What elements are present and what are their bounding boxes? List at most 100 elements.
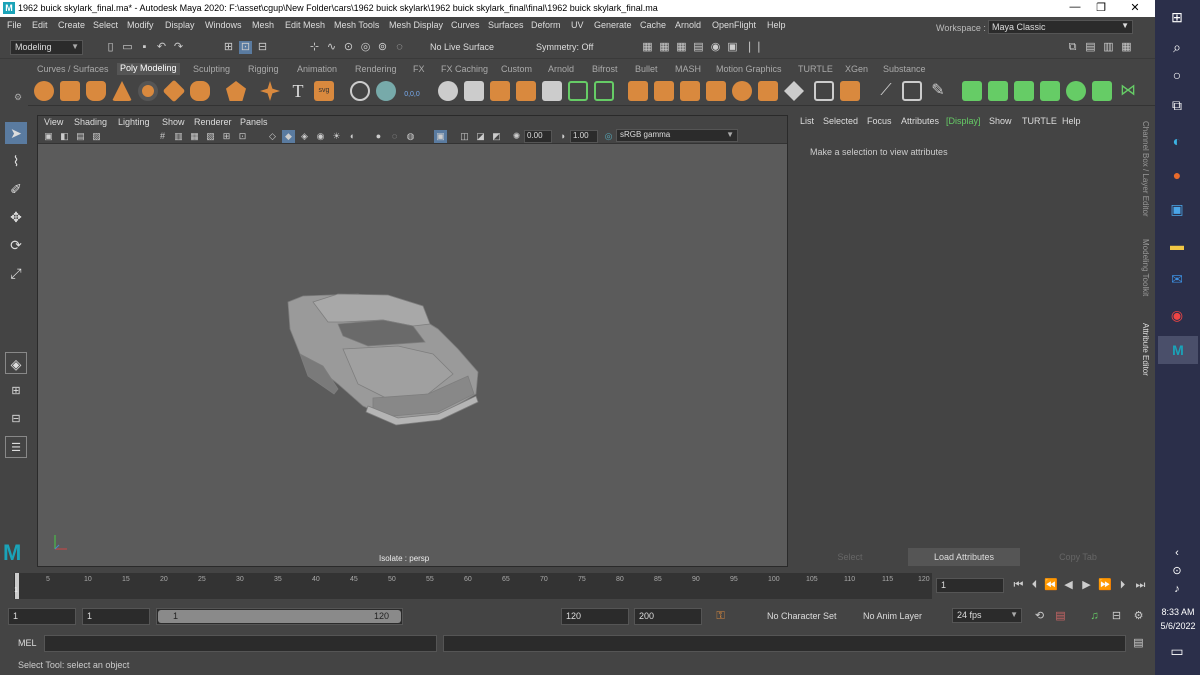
uv-planar-icon[interactable] [962, 81, 982, 101]
shelf-tab-poly-modeling[interactable]: Poly Modeling [117, 63, 180, 75]
go-to-end-icon[interactable]: ⏭ [1134, 579, 1147, 592]
wireframe-icon[interactable]: ◇ [266, 130, 279, 143]
poly-cylinder-icon[interactable] [86, 81, 106, 101]
ambient-occlusion-icon[interactable]: ● [372, 130, 385, 143]
play-backwards-icon[interactable]: ◀ [1062, 579, 1075, 592]
playback-start-field[interactable]: 1 [82, 608, 150, 625]
select-button[interactable]: Select [794, 548, 906, 566]
new-scene-icon[interactable]: ▯ [104, 41, 117, 54]
persp-outliner-layout-icon[interactable]: ⊟ [5, 408, 27, 430]
shelf-tab-substance[interactable]: Substance [883, 64, 926, 74]
edge-browser-icon[interactable]: ◐ [1166, 130, 1188, 152]
go-to-start-icon[interactable]: ⏮ [1012, 579, 1025, 592]
script-editor-icon[interactable]: ▤ [1132, 637, 1145, 650]
audio-icon[interactable]: ♫ [1088, 610, 1101, 623]
cortana-icon[interactable]: ○ [1166, 64, 1188, 86]
save-scene-icon[interactable]: ▪ [138, 41, 151, 54]
playback-end-field[interactable]: 120 [561, 608, 629, 625]
windows-start-icon[interactable]: ⊞ [1166, 6, 1188, 28]
platonic-solid-icon[interactable] [226, 81, 246, 101]
menu-mesh[interactable]: Mesh [252, 20, 274, 30]
clock-date[interactable]: 5/6/2022 [1157, 621, 1199, 631]
snap-view-icon[interactable]: ◎ [359, 41, 372, 54]
color-management-icon[interactable]: ◎ [602, 130, 615, 143]
arnold-ipr-icon[interactable]: ❘❘ [745, 41, 763, 54]
select-camera-icon[interactable]: ▣ [42, 130, 55, 143]
tab-channel-box[interactable]: Channel Box / Layer Editor [1141, 121, 1150, 217]
playback-speed-icon[interactable]: ⊟ [1110, 610, 1123, 623]
restore-button[interactable]: ❐ [1086, 1, 1116, 14]
menu-curves[interactable]: Curves [451, 20, 480, 30]
super-shape-icon[interactable] [260, 81, 280, 101]
sweep-mesh-icon[interactable] [350, 81, 370, 101]
motion-blur-icon[interactable]: ◌ [388, 130, 401, 143]
viewport-menu-panels[interactable]: Panels [240, 117, 268, 127]
menu-create[interactable]: Create [58, 20, 85, 30]
viewport-menu-view[interactable]: View [44, 117, 63, 127]
menu-select[interactable]: Select [93, 20, 118, 30]
single-perspective-layout-icon[interactable]: ◈ [5, 352, 27, 374]
command-language-label[interactable]: MEL [18, 638, 37, 648]
safe-action-icon[interactable]: ⊡ [236, 130, 249, 143]
multi-cut-icon[interactable]: ⟋ [876, 81, 896, 101]
menu-mesh-tools[interactable]: Mesh Tools [334, 20, 379, 30]
mash-icon[interactable] [376, 81, 396, 101]
menu-file[interactable]: File [7, 20, 22, 30]
rotate-tool-icon[interactable]: ⟳ [5, 234, 27, 256]
open-scene-icon[interactable]: ▭ [121, 41, 134, 54]
attr-menu-focus[interactable]: Focus [867, 116, 892, 126]
fill-hole-icon[interactable] [732, 81, 752, 101]
shelf-tab-rendering[interactable]: Rendering [355, 64, 397, 74]
xray-icon[interactable]: ◫ [458, 130, 471, 143]
attr-menu-display[interactable]: [Display] [946, 116, 981, 126]
notifications-icon[interactable]: ▭ [1166, 640, 1188, 662]
attr-menu-help[interactable]: Help [1062, 116, 1081, 126]
attr-menu-show[interactable]: Show [989, 116, 1012, 126]
menu-arnold[interactable]: Arnold [675, 20, 701, 30]
current-frame-field[interactable]: 1 [936, 578, 1004, 593]
extrude-icon[interactable] [628, 81, 648, 101]
viewport-menu-renderer[interactable]: Renderer [194, 117, 232, 127]
timeline[interactable]: 1 5 10 15 20 25 30 35 40 45 50 55 60 65 … [14, 573, 932, 599]
shelf-tab-curves-surfaces[interactable]: Curves / Surfaces [37, 64, 109, 74]
menu-display[interactable]: Display [165, 20, 195, 30]
tab-modeling-toolkit[interactable]: Modeling Toolkit [1141, 239, 1150, 296]
fps-dropdown[interactable]: 24 fps ▼ [952, 608, 1022, 623]
symmetry-dropdown[interactable]: Symmetry: Off [531, 40, 616, 55]
select-hierarchy-icon[interactable]: ⊞ [222, 41, 235, 54]
command-input[interactable] [44, 635, 437, 652]
anim-layer-dropdown[interactable]: No Anim Layer [858, 609, 944, 624]
uv-editor-icon[interactable]: ⋈ [1118, 81, 1138, 101]
undo-icon[interactable]: ↶ [155, 41, 168, 54]
search-icon[interactable]: ⌕ [1166, 36, 1188, 58]
shelf-tab-fx[interactable]: FX [413, 64, 425, 74]
step-forward-key-icon[interactable]: ⏩ [1098, 579, 1112, 592]
viewport-menu-shading[interactable]: Shading [74, 117, 107, 127]
insert-edge-loop-icon[interactable] [902, 81, 922, 101]
file-explorer-icon[interactable]: ▬ [1166, 234, 1188, 256]
snap-curve-icon[interactable]: ∿ [325, 41, 338, 54]
shelf-tab-bullet[interactable]: Bullet [635, 64, 658, 74]
shadows-icon[interactable]: ◐ [346, 130, 359, 143]
viewport-menu-show[interactable]: Show [162, 117, 185, 127]
close-button[interactable]: ✕ [1120, 1, 1150, 14]
end-time-field[interactable]: 200 [634, 608, 702, 625]
merge-icon[interactable] [784, 81, 804, 101]
camera-attributes-icon[interactable]: ◧ [58, 130, 71, 143]
smooth-shade-icon[interactable]: ◆ [282, 130, 295, 143]
film-gate-icon[interactable]: ▥ [172, 130, 185, 143]
select-tool-icon[interactable]: ➤ [5, 122, 27, 144]
live-surface-field[interactable]: No Live Surface [425, 40, 510, 55]
preferences-icon[interactable]: ⚙ [1132, 610, 1145, 623]
render-settings-icon[interactable]: ▤ [692, 41, 705, 54]
xray-active-icon[interactable]: ◪ [474, 130, 487, 143]
range-bar[interactable]: 1 120 [156, 608, 403, 625]
view-transform-dropdown[interactable]: sRGB gamma ▼ [616, 129, 738, 142]
shelf-tab-mash[interactable]: MASH [675, 64, 701, 74]
channel-box-toggle-icon[interactable]: ▦ [1120, 41, 1133, 54]
lasso-tool-icon[interactable]: ⌇ [5, 150, 27, 172]
boolean-difference-icon[interactable] [594, 81, 614, 101]
type-tool-icon[interactable]: T [288, 81, 308, 101]
uv-cylindrical-icon[interactable] [988, 81, 1008, 101]
poly-disc-icon[interactable] [190, 81, 210, 101]
